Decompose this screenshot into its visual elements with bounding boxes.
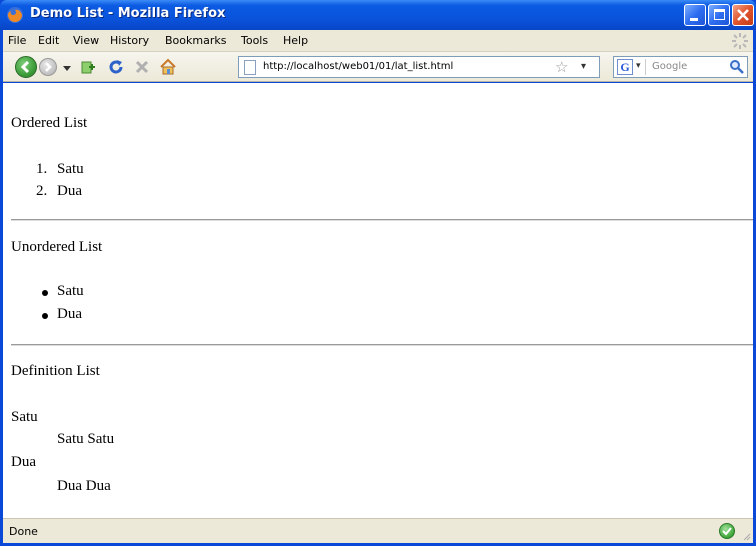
checkmark-icon <box>722 527 732 536</box>
firefox-icon <box>7 7 23 23</box>
page-content: Ordered List 1. Satu 2. Dua Unordered Li… <box>3 83 753 518</box>
url-dropdown-icon[interactable]: ▾ <box>581 61 586 72</box>
search-placeholder[interactable]: Google <box>652 61 687 72</box>
definition-desc-2: Dua Dua <box>57 478 111 494</box>
minimize-button[interactable] <box>684 4 706 26</box>
horizontal-rule <box>11 344 753 346</box>
status-bar: Done <box>3 518 753 543</box>
ordered-marker-1: 1. <box>36 161 48 177</box>
menu-history[interactable]: History <box>110 34 149 47</box>
definition-list-heading: Definition List <box>11 363 100 379</box>
navigation-toolbar: http://localhost/web01/01/lat_list.html … <box>3 52 753 82</box>
google-icon: G <box>617 59 633 75</box>
search-box[interactable]: G ▾ Google <box>613 56 748 78</box>
stop-icon[interactable] <box>134 59 150 75</box>
menu-tools[interactable]: Tools <box>241 34 268 47</box>
star-icon[interactable]: ☆ <box>555 58 568 76</box>
home-icon[interactable] <box>159 58 177 76</box>
horizontal-rule <box>11 219 753 221</box>
search-icon[interactable] <box>729 59 745 75</box>
page-icon <box>244 60 256 75</box>
menu-bar: File Edit View History Bookmarks Tools H… <box>3 30 753 52</box>
definition-term-2: Dua <box>11 454 36 470</box>
browser-window: Demo List - Mozilla Firefox File Edit Vi… <box>0 0 756 546</box>
menu-edit[interactable]: Edit <box>38 34 59 47</box>
search-engine-dropdown-icon: ▾ <box>636 61 641 71</box>
bullet-icon <box>42 290 48 296</box>
forward-icon <box>45 62 52 72</box>
menu-file[interactable]: File <box>8 34 26 47</box>
bullet-icon <box>42 313 48 319</box>
close-button[interactable] <box>732 4 754 26</box>
url-bar[interactable]: http://localhost/web01/01/lat_list.html … <box>238 56 600 78</box>
maximize-icon <box>714 9 725 20</box>
maximize-button[interactable] <box>708 4 730 26</box>
menu-view[interactable]: View <box>73 34 99 47</box>
back-button[interactable] <box>15 56 37 78</box>
forward-button[interactable] <box>39 58 57 76</box>
ordered-marker-2: 2. <box>36 183 48 199</box>
reload-icon[interactable] <box>107 58 125 76</box>
back-icon <box>20 60 30 74</box>
definition-term-1: Satu <box>11 409 38 425</box>
title-bar[interactable]: Demo List - Mozilla Firefox <box>0 0 756 30</box>
ordered-item-2: Dua <box>57 183 82 199</box>
throbber-icon <box>732 33 748 49</box>
minimize-icon <box>690 18 698 21</box>
unordered-list-heading: Unordered List <box>11 239 103 255</box>
unordered-item-1: Satu <box>57 283 84 299</box>
status-text: Done <box>9 525 38 538</box>
resize-grip-icon[interactable] <box>741 531 751 541</box>
close-icon <box>737 9 749 21</box>
menu-help[interactable]: Help <box>283 34 308 47</box>
url-text[interactable]: http://localhost/web01/01/lat_list.html <box>263 61 453 72</box>
unordered-item-2: Dua <box>57 306 82 322</box>
ordered-list-heading: Ordered List <box>11 115 88 131</box>
menu-bookmarks[interactable]: Bookmarks <box>165 34 226 47</box>
dropdown-icon[interactable] <box>63 64 71 72</box>
bookmark-add-icon[interactable] <box>80 59 96 75</box>
status-ok-icon[interactable] <box>719 523 735 539</box>
search-engine-selector[interactable]: G ▾ <box>616 59 646 75</box>
definition-desc-1: Satu Satu <box>57 431 115 447</box>
window-title: Demo List - Mozilla Firefox <box>30 6 226 21</box>
ordered-item-1: Satu <box>57 161 84 177</box>
